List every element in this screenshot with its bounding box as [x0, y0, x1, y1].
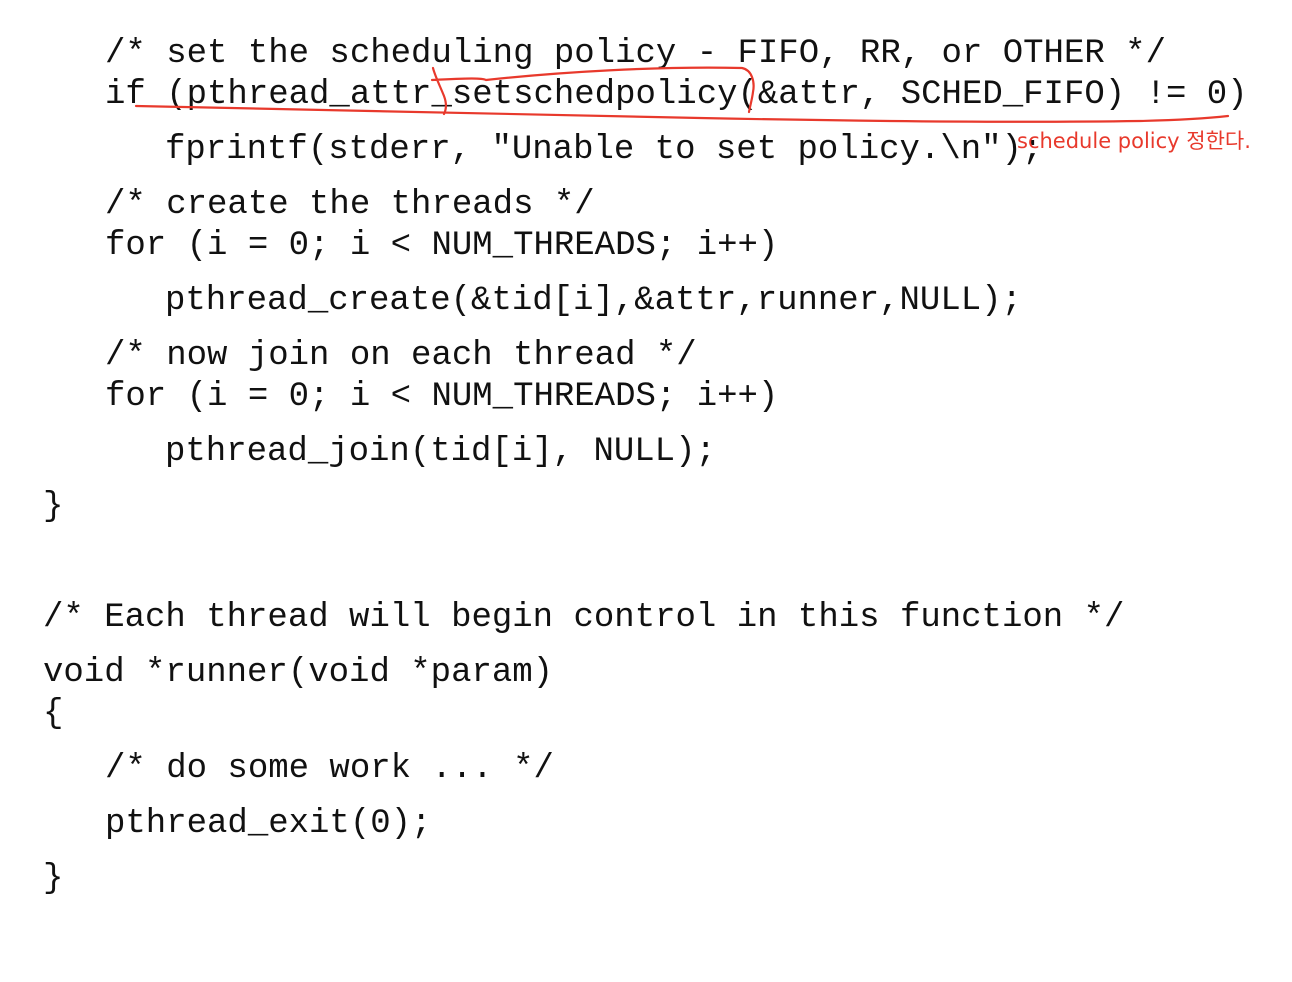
code-line-for-create: for (i = 0; i < NUM_THREADS; i++): [105, 227, 779, 265]
code-line-fprintf: fprintf(stderr, "Unable to set policy.\n…: [165, 131, 1043, 169]
code-line-pthread-join: pthread_join(tid[i], NULL);: [165, 433, 716, 471]
code-line-open-brace-runner: {: [43, 695, 64, 733]
code-line-comment-join: /* now join on each thread */: [105, 337, 697, 375]
code-line-comment-scheduling: /* set the scheduling policy - FIFO, RR,…: [105, 35, 1166, 73]
annotation-note: schedule policy 정한다.: [1017, 129, 1251, 153]
code-line-close-brace-main: }: [43, 488, 64, 526]
code-line-comment-runner: /* Each thread will begin control in thi…: [43, 599, 1125, 637]
code-line-close-brace-runner: }: [43, 860, 64, 898]
code-line-comment-work: /* do some work ... */: [105, 750, 554, 788]
code-line-runner-signature: void *runner(void *param): [43, 654, 554, 692]
code-line-pthread-create: pthread_create(&tid[i],&attr,runner,NULL…: [165, 282, 1022, 320]
code-line-pthread-exit: pthread_exit(0);: [105, 805, 432, 843]
code-line-for-join: for (i = 0; i < NUM_THREADS; i++): [105, 378, 779, 416]
code-line-if-setschedpolicy: if (pthread_attr_setschedpolicy(&attr, S…: [105, 76, 1248, 114]
code-line-comment-create: /* create the threads */: [105, 186, 595, 224]
